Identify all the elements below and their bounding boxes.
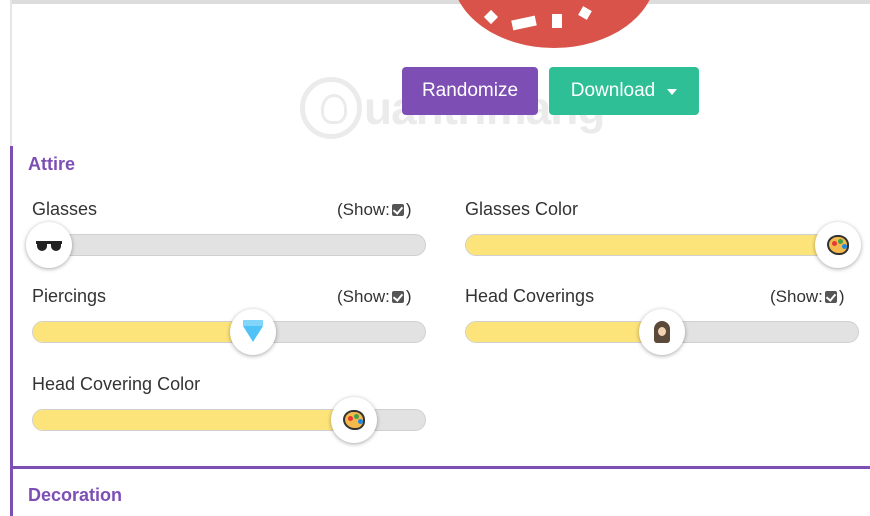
glasses-label: Glasses	[32, 199, 98, 219]
glasses-color-label: Glasses Color	[465, 199, 579, 219]
section-title-attire: Attire	[28, 154, 76, 174]
slider-handle[interactable]	[639, 309, 685, 355]
slider-fill	[466, 322, 662, 342]
glasses-color-slider[interactable]	[465, 222, 861, 268]
piercings-show-toggle[interactable]: (Show: )	[337, 287, 412, 307]
top-border	[10, 0, 870, 4]
section-title-decoration: Decoration	[28, 485, 123, 505]
head-covering-color-slider[interactable]	[32, 397, 426, 443]
avatar-mark	[511, 15, 537, 31]
show-close: )	[405, 287, 412, 306]
slider-handle[interactable]	[26, 222, 72, 268]
checkbox-icon[interactable]	[391, 291, 404, 303]
slider-handle[interactable]	[815, 222, 861, 268]
palette-icon	[343, 410, 365, 430]
slider-fill	[466, 235, 838, 255]
show-label: (Show:	[337, 200, 390, 219]
avatar-mark	[483, 9, 499, 25]
lightbulb-icon	[300, 77, 362, 139]
checkbox-icon[interactable]	[824, 291, 837, 303]
randomize-button[interactable]: Randomize	[402, 67, 538, 115]
palette-icon	[827, 235, 849, 255]
piercings-label: Piercings	[32, 286, 107, 306]
section-accent	[10, 146, 13, 516]
head-coverings-show-toggle[interactable]: (Show: )	[770, 287, 845, 307]
glasses-slider[interactable]	[26, 222, 426, 268]
head-coverings-slider[interactable]	[465, 309, 859, 355]
slider-fill	[33, 410, 354, 430]
download-button[interactable]: Download	[549, 67, 699, 115]
section-divider	[10, 466, 870, 469]
avatar-preview	[452, 0, 656, 48]
headscarf-icon	[654, 321, 670, 343]
glasses-show-toggle[interactable]: (Show: )	[337, 200, 412, 220]
slider-fill	[33, 322, 253, 342]
show-label: (Show:	[770, 287, 823, 306]
slider-handle[interactable]	[230, 309, 276, 355]
show-close: )	[405, 200, 412, 219]
randomize-label: Randomize	[421, 80, 519, 101]
caret-down-icon	[667, 89, 678, 95]
avatar-mark	[578, 6, 592, 20]
slider-handle[interactable]	[331, 397, 377, 443]
download-label: Download	[570, 80, 656, 101]
head-covering-color-label: Head Covering Color	[32, 374, 201, 394]
piercings-slider[interactable]	[32, 309, 426, 355]
head-coverings-label: Head Coverings	[465, 286, 595, 306]
sunglasses-icon	[36, 238, 62, 252]
show-label: (Show:	[337, 287, 390, 306]
checkbox-icon[interactable]	[391, 204, 404, 216]
show-close: )	[838, 287, 845, 306]
avatar-mark	[552, 14, 562, 28]
gem-icon	[243, 320, 263, 342]
